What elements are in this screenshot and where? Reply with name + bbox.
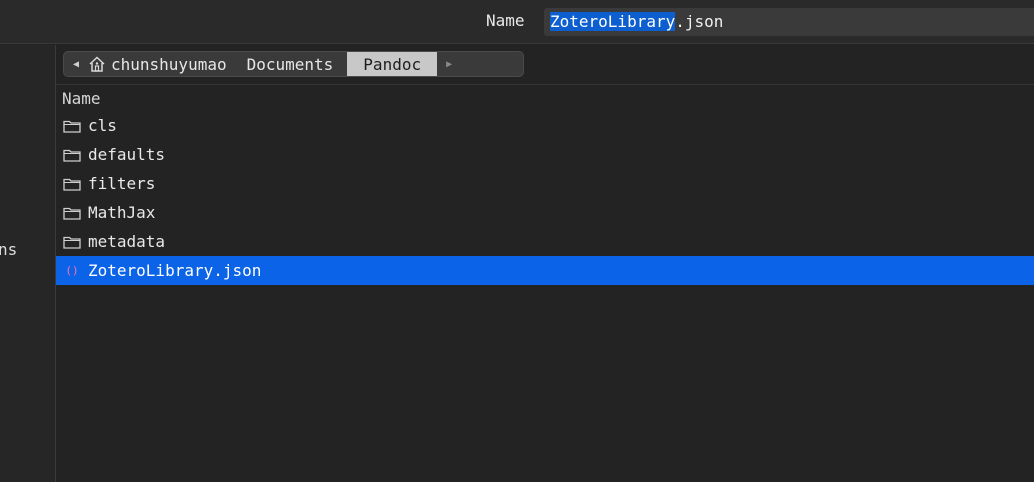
folder-icon (62, 147, 82, 163)
filename-extension: .json (675, 12, 724, 31)
filename-selected-text: ZoteroLibrary (550, 12, 676, 31)
path-bar-container: ◀ chunshuyumao Documents Pandoc ▶ (56, 45, 1034, 85)
folder-icon (62, 205, 82, 221)
filename-input[interactable]: ZoteroLibrary.json (544, 8, 1034, 36)
column-header-name[interactable]: Name (62, 89, 101, 108)
path-segment-label: chunshuyumao (111, 54, 227, 74)
list-item[interactable]: filters (56, 169, 1034, 198)
back-button[interactable]: ◀ (64, 52, 88, 76)
list-item-label: defaults (88, 145, 166, 164)
save-dialog-header: Name ZoteroLibrary.json (0, 0, 1034, 44)
list-item-selected[interactable]: () ZoteroLibrary.json (56, 256, 1034, 285)
folder-icon (62, 234, 82, 250)
folder-icon (62, 118, 82, 134)
list-item-label: filters (88, 174, 156, 193)
list-item-label: cls (88, 116, 117, 135)
path-segment-pandoc[interactable]: Pandoc (347, 52, 438, 76)
name-label: Name (486, 11, 525, 30)
forward-button[interactable]: ▶ (437, 52, 461, 76)
triangle-right-icon: ▶ (446, 58, 453, 70)
list-item[interactable]: MathJax (56, 198, 1034, 227)
file-list: Name cls defaults filters MathJax metada… (56, 86, 1034, 482)
list-item-label: metadata (88, 232, 166, 251)
path-bar: ◀ chunshuyumao Documents Pandoc ▶ (63, 51, 524, 77)
path-segment-documents[interactable]: Documents (241, 52, 348, 76)
triangle-left-icon: ◀ (72, 58, 80, 70)
list-item[interactable]: cls (56, 111, 1034, 140)
list-item[interactable]: metadata (56, 227, 1034, 256)
path-segment-chunshuyumao[interactable]: chunshuyumao (88, 52, 241, 76)
sidebar-item-label[interactable]: ns (0, 240, 17, 259)
list-item-label: ZoteroLibrary.json (88, 261, 262, 280)
sidebar: ns (0, 45, 56, 482)
home-icon (89, 56, 105, 72)
folder-icon (62, 176, 82, 192)
list-item[interactable]: defaults (56, 140, 1034, 169)
json-file-icon: () (65, 264, 79, 277)
list-item-label: MathJax (88, 203, 156, 222)
path-segment-label: Documents (246, 54, 334, 74)
path-segment-label: Pandoc (363, 54, 422, 74)
